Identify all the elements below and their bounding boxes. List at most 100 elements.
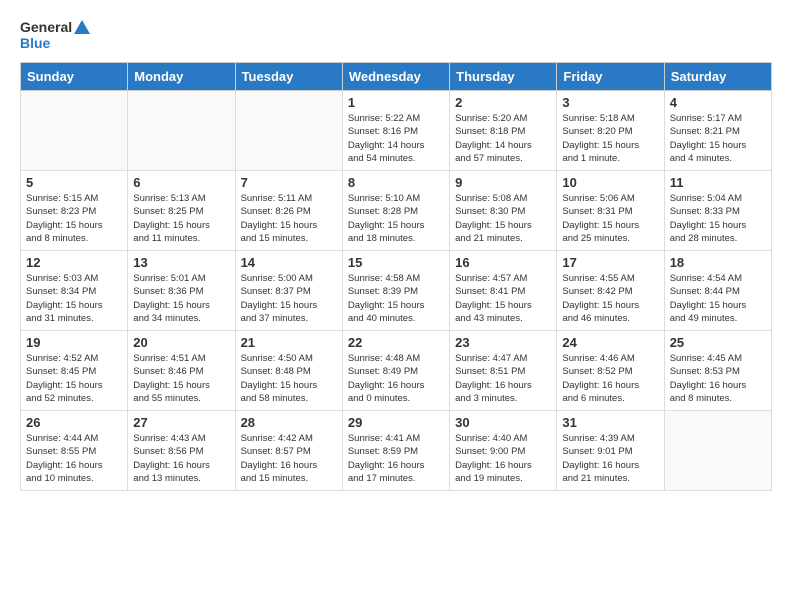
week-row-4: 26 Sunrise: 4:44 AM Sunset: 8:55 PM Dayli… — [21, 411, 772, 491]
logo-svg: General Blue — [20, 16, 90, 54]
day-cell: 16 Sunrise: 4:57 AM Sunset: 8:41 PM Dayli… — [450, 251, 557, 331]
day-cell: 29 Sunrise: 4:41 AM Sunset: 8:59 PM Dayli… — [342, 411, 449, 491]
day-info: Sunrise: 5:18 AM Sunset: 8:20 PM Dayligh… — [562, 112, 658, 165]
day-cell: 2Sunrise: 5:20 AM Sunset: 8:18 PM Daylig… — [450, 91, 557, 171]
day-cell: 24 Sunrise: 4:46 AM Sunset: 8:52 PM Dayli… — [557, 331, 664, 411]
day-cell: 9 Sunrise: 5:08 AM Sunset: 8:30 PM Daylig… — [450, 171, 557, 251]
day-number: 16 — [455, 255, 551, 270]
weekday-header-tuesday: Tuesday — [235, 63, 342, 91]
day-info: Sunrise: 4:48 AM Sunset: 8:49 PM Dayligh… — [348, 352, 444, 405]
day-info: Sunrise: 5:04 AM Sunset: 8:33 PM Dayligh… — [670, 192, 766, 245]
header: General Blue — [0, 0, 792, 62]
day-number: 19 — [26, 335, 122, 350]
day-cell: 31 Sunrise: 4:39 AM Sunset: 9:01 PM Dayli… — [557, 411, 664, 491]
day-number: 29 — [348, 415, 444, 430]
weekday-header-saturday: Saturday — [664, 63, 771, 91]
day-number: 1 — [348, 95, 444, 110]
day-cell: 6 Sunrise: 5:13 AM Sunset: 8:25 PM Daylig… — [128, 171, 235, 251]
day-info: Sunrise: 4:52 AM Sunset: 8:45 PM Dayligh… — [26, 352, 122, 405]
day-info: Sunrise: 5:22 AM Sunset: 8:16 PM Dayligh… — [348, 112, 444, 165]
weekday-header-thursday: Thursday — [450, 63, 557, 91]
week-row-2: 12 Sunrise: 5:03 AM Sunset: 8:34 PM Dayli… — [21, 251, 772, 331]
day-number: 26 — [26, 415, 122, 430]
day-cell: 10Sunrise: 5:06 AM Sunset: 8:31 PM Dayli… — [557, 171, 664, 251]
day-number: 27 — [133, 415, 229, 430]
day-cell: 21 Sunrise: 4:50 AM Sunset: 8:48 PM Dayli… — [235, 331, 342, 411]
day-info: Sunrise: 5:03 AM Sunset: 8:34 PM Dayligh… — [26, 272, 122, 325]
day-number: 30 — [455, 415, 551, 430]
day-cell: 27 Sunrise: 4:43 AM Sunset: 8:56 PM Dayli… — [128, 411, 235, 491]
day-cell: 12 Sunrise: 5:03 AM Sunset: 8:34 PM Dayli… — [21, 251, 128, 331]
day-cell — [21, 91, 128, 171]
week-row-0: 1 Sunrise: 5:22 AM Sunset: 8:16 PM Daylig… — [21, 91, 772, 171]
day-number: 8 — [348, 175, 444, 190]
day-number: 6 — [133, 175, 229, 190]
day-cell: 19 Sunrise: 4:52 AM Sunset: 8:45 PM Dayli… — [21, 331, 128, 411]
day-cell: 4 Sunrise: 5:17 AM Sunset: 8:21 PM Daylig… — [664, 91, 771, 171]
logo: General Blue — [20, 16, 90, 54]
day-cell: 25Sunrise: 4:45 AM Sunset: 8:53 PM Dayli… — [664, 331, 771, 411]
day-number: 11 — [670, 175, 766, 190]
day-number: 21 — [241, 335, 337, 350]
day-info: Sunrise: 5:10 AM Sunset: 8:28 PM Dayligh… — [348, 192, 444, 245]
day-info: Sunrise: 4:45 AM Sunset: 8:53 PM Dayligh… — [670, 352, 766, 405]
day-number: 18 — [670, 255, 766, 270]
day-info: Sunrise: 4:43 AM Sunset: 8:56 PM Dayligh… — [133, 432, 229, 485]
day-number: 23 — [455, 335, 551, 350]
day-number: 3 — [562, 95, 658, 110]
day-cell: 23 Sunrise: 4:47 AM Sunset: 8:51 PM Dayli… — [450, 331, 557, 411]
day-cell — [235, 91, 342, 171]
day-number: 28 — [241, 415, 337, 430]
weekday-header-monday: Monday — [128, 63, 235, 91]
weekday-header-friday: Friday — [557, 63, 664, 91]
day-cell: 20Sunrise: 4:51 AM Sunset: 8:46 PM Dayli… — [128, 331, 235, 411]
day-number: 22 — [348, 335, 444, 350]
day-number: 9 — [455, 175, 551, 190]
day-number: 14 — [241, 255, 337, 270]
day-cell: 11 Sunrise: 5:04 AM Sunset: 8:33 PM Dayli… — [664, 171, 771, 251]
day-info: Sunrise: 5:00 AM Sunset: 8:37 PM Dayligh… — [241, 272, 337, 325]
day-info: Sunrise: 4:40 AM Sunset: 9:00 PM Dayligh… — [455, 432, 551, 485]
weekday-header-row: SundayMondayTuesdayWednesdayThursdayFrid… — [21, 63, 772, 91]
day-info: Sunrise: 5:13 AM Sunset: 8:25 PM Dayligh… — [133, 192, 229, 245]
day-info: Sunrise: 5:08 AM Sunset: 8:30 PM Dayligh… — [455, 192, 551, 245]
day-info: Sunrise: 4:42 AM Sunset: 8:57 PM Dayligh… — [241, 432, 337, 485]
day-number: 31 — [562, 415, 658, 430]
day-info: Sunrise: 4:50 AM Sunset: 8:48 PM Dayligh… — [241, 352, 337, 405]
day-cell: 1 Sunrise: 5:22 AM Sunset: 8:16 PM Daylig… — [342, 91, 449, 171]
day-info: Sunrise: 5:06 AM Sunset: 8:31 PM Dayligh… — [562, 192, 658, 245]
day-number: 4 — [670, 95, 766, 110]
day-cell — [664, 411, 771, 491]
day-info: Sunrise: 4:57 AM Sunset: 8:41 PM Dayligh… — [455, 272, 551, 325]
svg-text:General: General — [20, 19, 72, 35]
calendar-wrapper: SundayMondayTuesdayWednesdayThursdayFrid… — [0, 62, 792, 501]
day-info: Sunrise: 4:51 AM Sunset: 8:46 PM Dayligh… — [133, 352, 229, 405]
day-info: Sunrise: 4:54 AM Sunset: 8:44 PM Dayligh… — [670, 272, 766, 325]
weekday-header-sunday: Sunday — [21, 63, 128, 91]
day-cell: 26 Sunrise: 4:44 AM Sunset: 8:55 PM Dayli… — [21, 411, 128, 491]
svg-text:Blue: Blue — [20, 35, 51, 51]
day-number: 24 — [562, 335, 658, 350]
day-cell: 3 Sunrise: 5:18 AM Sunset: 8:20 PM Daylig… — [557, 91, 664, 171]
day-cell: 28 Sunrise: 4:42 AM Sunset: 8:57 PM Dayli… — [235, 411, 342, 491]
day-info: Sunrise: 4:58 AM Sunset: 8:39 PM Dayligh… — [348, 272, 444, 325]
day-info: Sunrise: 4:44 AM Sunset: 8:55 PM Dayligh… — [26, 432, 122, 485]
day-cell: 18 Sunrise: 4:54 AM Sunset: 8:44 PM Dayli… — [664, 251, 771, 331]
day-cell: 17Sunrise: 4:55 AM Sunset: 8:42 PM Dayli… — [557, 251, 664, 331]
day-number: 15 — [348, 255, 444, 270]
day-cell: 7 Sunrise: 5:11 AM Sunset: 8:26 PM Daylig… — [235, 171, 342, 251]
day-cell: 15 Sunrise: 4:58 AM Sunset: 8:39 PM Dayli… — [342, 251, 449, 331]
day-info: Sunrise: 5:17 AM Sunset: 8:21 PM Dayligh… — [670, 112, 766, 165]
day-info: Sunrise: 5:11 AM Sunset: 8:26 PM Dayligh… — [241, 192, 337, 245]
day-info: Sunrise: 4:41 AM Sunset: 8:59 PM Dayligh… — [348, 432, 444, 485]
day-info: Sunrise: 4:47 AM Sunset: 8:51 PM Dayligh… — [455, 352, 551, 405]
day-number: 12 — [26, 255, 122, 270]
day-info: Sunrise: 4:46 AM Sunset: 8:52 PM Dayligh… — [562, 352, 658, 405]
day-number: 13 — [133, 255, 229, 270]
calendar-table: SundayMondayTuesdayWednesdayThursdayFrid… — [20, 62, 772, 491]
day-info: Sunrise: 4:39 AM Sunset: 9:01 PM Dayligh… — [562, 432, 658, 485]
day-cell: 22 Sunrise: 4:48 AM Sunset: 8:49 PM Dayli… — [342, 331, 449, 411]
day-info: Sunrise: 5:15 AM Sunset: 8:23 PM Dayligh… — [26, 192, 122, 245]
day-cell: 5Sunrise: 5:15 AM Sunset: 8:23 PM Daylig… — [21, 171, 128, 251]
day-number: 7 — [241, 175, 337, 190]
